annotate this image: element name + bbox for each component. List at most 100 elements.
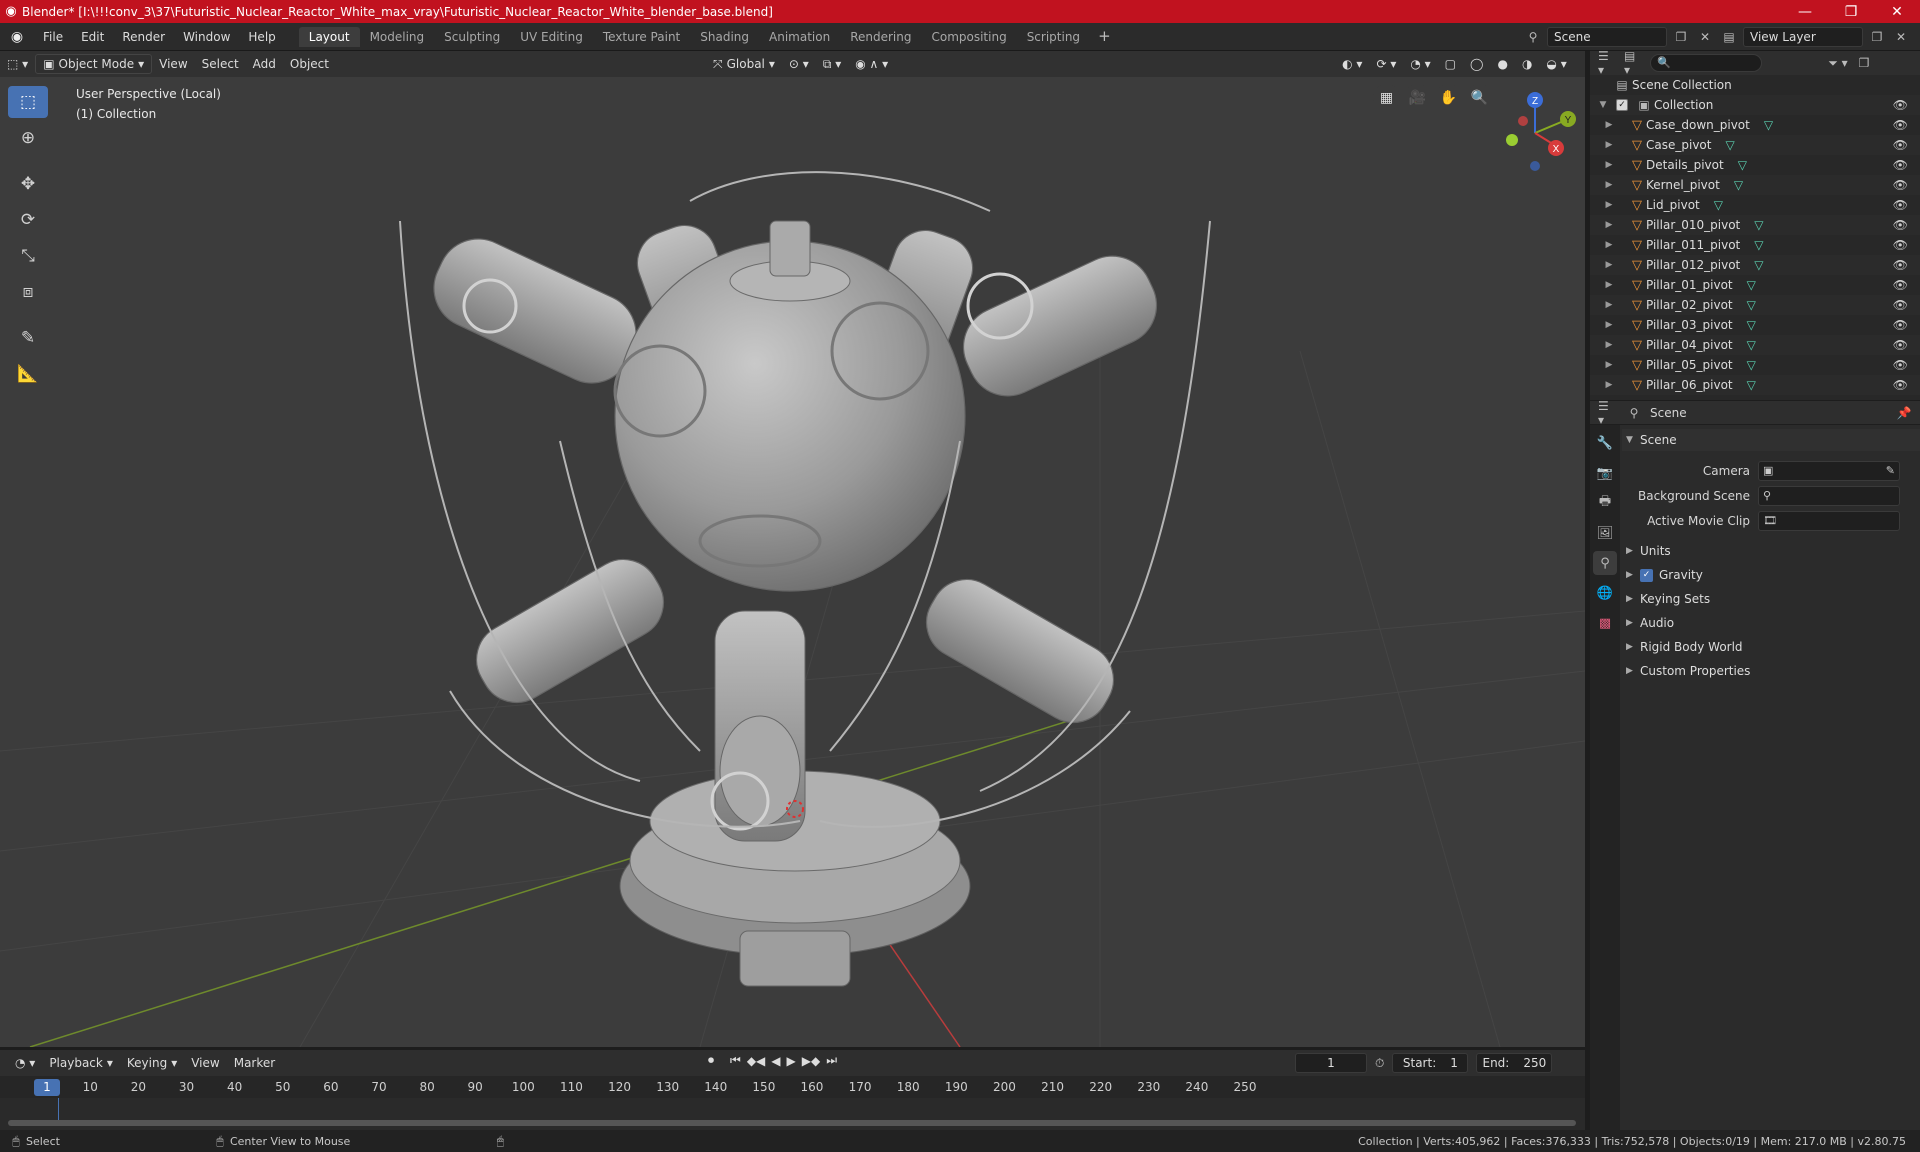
mesh-data-icon[interactable]: ▽ — [1747, 318, 1756, 332]
tab-animation[interactable]: Animation — [759, 27, 840, 47]
outliner-search-input[interactable]: 🔍 — [1650, 54, 1762, 72]
render-tab-icon[interactable]: 📷 — [1593, 461, 1617, 485]
outliner-object-row[interactable]: ▶ ▽ Pillar_01_pivot ▽ 👁 — [1590, 275, 1920, 295]
zoom-view-icon[interactable]: 🔍 — [1466, 84, 1493, 111]
measure-tool-icon[interactable]: 📐 — [8, 358, 48, 390]
expand-triangle-icon[interactable]: ▶ — [1590, 260, 1628, 270]
toggle-perspective-icon[interactable]: ▦ — [1373, 84, 1400, 111]
timeline-view-menu[interactable]: View — [184, 1053, 226, 1073]
expand-triangle-icon[interactable]: ▶ — [1590, 340, 1628, 350]
object-menu[interactable]: Object — [283, 54, 336, 74]
keying-menu[interactable]: Keying ▾ — [120, 1053, 184, 1073]
view-menu[interactable]: View — [152, 54, 194, 74]
world-tab-icon[interactable]: 🌐 — [1593, 581, 1617, 605]
snap-icon[interactable]: ⧉ ▾ — [816, 54, 848, 74]
outliner-object-row[interactable]: ▶ ▽ Pillar_010_pivot ▽ 👁 — [1590, 215, 1920, 235]
eye-icon[interactable]: 👁 — [1893, 338, 1908, 352]
jump-end-icon[interactable]: ⏭ — [826, 1053, 837, 1068]
scene-name-field[interactable]: Scene — [1547, 27, 1667, 47]
expand-triangle-icon[interactable]: ▶ — [1590, 120, 1628, 130]
select-menu[interactable]: Select — [195, 54, 246, 74]
eye-icon[interactable]: 👁 — [1893, 238, 1908, 252]
tab-scripting[interactable]: Scripting — [1017, 27, 1090, 47]
eye-icon[interactable]: 👁 — [1893, 378, 1908, 392]
eye-icon[interactable]: 👁 — [1893, 138, 1908, 152]
outliner-object-row[interactable]: ▶ ▽ Pillar_05_pivot ▽ 👁 — [1590, 355, 1920, 375]
mesh-data-icon[interactable]: ▽ — [1747, 378, 1756, 392]
preview-range-icon[interactable]: ⏱ — [1375, 1056, 1384, 1071]
outliner-object-row[interactable]: ▶ ▽ Case_down_pivot ▽ 👁 — [1590, 115, 1920, 135]
keying-sets-panel[interactable]: ▶ Keying Sets — [1622, 587, 1920, 611]
collection-checkbox[interactable]: ✓ — [1616, 99, 1628, 111]
cursor-tool-icon[interactable]: ⊕ — [8, 122, 48, 154]
delete-scene-icon[interactable]: ✕ — [1695, 27, 1715, 47]
mesh-data-icon[interactable]: ▽ — [1747, 338, 1756, 352]
rigid-body-world-panel[interactable]: ▶ Rigid Body World — [1622, 635, 1920, 659]
rotate-tool-icon[interactable]: ⟳ — [8, 204, 48, 236]
expand-triangle-icon[interactable]: ▶ — [1590, 180, 1628, 190]
add-menu[interactable]: Add — [246, 54, 283, 74]
jump-start-icon[interactable]: ⏮ — [730, 1053, 741, 1068]
gravity-checkbox[interactable]: ✓ — [1640, 568, 1653, 582]
expand-triangle-icon[interactable]: ▶ — [1590, 280, 1628, 290]
tab-shading[interactable]: Shading — [690, 27, 759, 47]
pin-icon[interactable]: 📌 — [1894, 403, 1914, 423]
move-tool-icon[interactable]: ✥ — [8, 168, 48, 200]
expand-triangle-icon[interactable]: ▶ — [1590, 380, 1628, 390]
expand-triangle-icon[interactable]: ▶ — [1590, 160, 1628, 170]
eye-icon[interactable]: 👁 — [1893, 318, 1908, 332]
shading-solid-icon[interactable]: ● — [1490, 54, 1514, 74]
play-reverse-icon[interactable]: ◀ — [771, 1054, 780, 1068]
end-frame-field[interactable]: End: 250 — [1476, 1053, 1553, 1073]
visibility-icon[interactable]: ◐ ▾ — [1335, 54, 1369, 74]
tab-layout[interactable]: Layout — [298, 26, 360, 47]
shading-wireframe-icon[interactable]: ◯ — [1463, 54, 1490, 74]
timeline-editor-type-icon[interactable]: ◔ ▾ — [8, 1053, 42, 1073]
timeline-ruler[interactable]: 1 10 20 30 40 50 60 70 80 90 100 110 120 130 140 150 16… — [0, 1076, 1585, 1098]
maximize-button[interactable]: ❐ — [1828, 0, 1874, 23]
outliner-object-row[interactable]: ▶ ▽ Pillar_03_pivot ▽ 👁 — [1590, 315, 1920, 335]
mesh-data-icon[interactable]: ▽ — [1754, 258, 1763, 272]
mesh-data-icon[interactable]: ▽ — [1725, 138, 1734, 152]
expand-triangle-icon[interactable]: ▶ — [1590, 220, 1628, 230]
outliner-object-row[interactable]: ▶ ▽ Kernel_pivot ▽ 👁 — [1590, 175, 1920, 195]
collapse-triangle-icon[interactable]: ▼ — [1590, 100, 1616, 110]
outliner-collection[interactable]: ▼ ✓ ▣ Collection 👁 — [1590, 95, 1920, 115]
expand-triangle-icon[interactable]: ▶ — [1590, 360, 1628, 370]
menu-window[interactable]: Window — [174, 27, 239, 47]
eye-icon[interactable]: 👁 — [1893, 98, 1908, 112]
tab-rendering[interactable]: Rendering — [840, 27, 921, 47]
eye-icon[interactable]: 👁 — [1893, 278, 1908, 292]
play-icon[interactable]: ▶ — [787, 1054, 796, 1068]
select-box-tool-icon[interactable]: ⬚ — [8, 86, 48, 118]
playback-menu[interactable]: Playback ▾ — [42, 1053, 120, 1073]
view-layer-field[interactable]: View Layer — [1743, 27, 1863, 47]
playhead-frame-label[interactable]: 1 — [34, 1079, 60, 1096]
camera-field[interactable]: ▣ ✎ — [1758, 460, 1900, 481]
shading-material-icon[interactable]: ◑ — [1515, 54, 1539, 74]
texture-tab-icon[interactable]: ▩ — [1593, 611, 1617, 635]
marker-menu[interactable]: Marker — [227, 1053, 282, 1073]
scene-icon[interactable]: ⚲ — [1523, 27, 1543, 47]
mesh-data-icon[interactable]: ▽ — [1747, 298, 1756, 312]
mesh-data-icon[interactable]: ▽ — [1734, 178, 1743, 192]
eye-icon[interactable]: 👁 — [1893, 358, 1908, 372]
mesh-data-icon[interactable]: ▽ — [1747, 358, 1756, 372]
mode-selector[interactable]: ▣ Object Mode ▾ — [35, 54, 153, 74]
outliner-scene-collection[interactable]: ▤ Scene Collection — [1590, 75, 1920, 95]
menu-edit[interactable]: Edit — [72, 27, 113, 47]
add-workspace-button[interactable]: + — [1090, 27, 1119, 47]
camera-view-icon[interactable]: 🎥 — [1404, 84, 1431, 111]
tab-uv-editing[interactable]: UV Editing — [510, 27, 593, 47]
new-collection-icon[interactable]: ❐ — [1854, 53, 1874, 73]
outliner-object-row[interactable]: ▶ ▽ Pillar_04_pivot ▽ 👁 — [1590, 335, 1920, 355]
eye-icon[interactable]: 👁 — [1893, 158, 1908, 172]
custom-properties-panel[interactable]: ▶ Custom Properties — [1622, 659, 1920, 683]
menu-render[interactable]: Render — [113, 27, 174, 47]
scene-panel-header[interactable]: ▼ Scene — [1622, 429, 1920, 451]
view-layer-tab-icon[interactable]: 🖼 — [1593, 521, 1617, 545]
audio-panel[interactable]: ▶ Audio — [1622, 611, 1920, 635]
jump-keyframe-back-icon[interactable]: ◆◀ — [747, 1054, 765, 1068]
outliner-object-row[interactable]: ▶ ▽ Details_pivot ▽ 👁 — [1590, 155, 1920, 175]
expand-triangle-icon[interactable]: ▶ — [1590, 140, 1628, 150]
